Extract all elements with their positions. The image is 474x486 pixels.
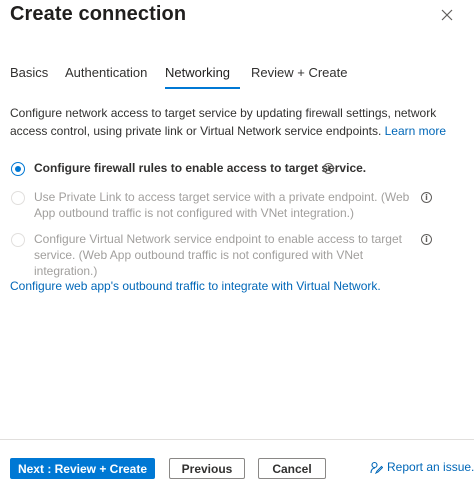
tab-bar: Basics Authentication Networking Review … [10, 60, 474, 90]
info-icon[interactable]: i [323, 163, 334, 174]
option-private-link: Use Private Link to access target servic… [11, 190, 451, 225]
radio-private-link [11, 191, 25, 205]
info-icon[interactable]: i [421, 192, 432, 203]
next-review-create-button[interactable]: Next : Review + Create [10, 458, 155, 479]
option-firewall-rules-label: Configure firewall rules to enable acces… [34, 161, 367, 175]
footer-divider [0, 439, 474, 440]
radio-vnet-service-endpoint [11, 233, 25, 247]
close-button[interactable] [436, 4, 458, 26]
option-vnet-service-endpoint: Configure Virtual Network service endpoi… [11, 232, 451, 278]
report-issue-link[interactable]: Report an issue. [370, 460, 474, 474]
page-title: Create connection [10, 3, 187, 25]
description-text: Configure network access to target servi… [10, 106, 437, 138]
outbound-traffic-link[interactable]: Configure web app's outbound traffic to … [10, 279, 381, 293]
tab-authentication[interactable]: Authentication [65, 65, 147, 80]
info-icon[interactable]: i [421, 234, 432, 245]
networking-description: Configure network access to target servi… [10, 104, 450, 140]
tab-review-create[interactable]: Review + Create [251, 65, 347, 80]
active-tab-indicator [165, 87, 240, 89]
tab-basics[interactable]: Basics [10, 65, 48, 80]
option-vnet-service-endpoint-label: Configure Virtual Network service endpoi… [34, 232, 402, 278]
feedback-icon [370, 461, 383, 474]
tab-networking[interactable]: Networking [165, 65, 230, 80]
option-firewall-rules[interactable]: Configure firewall rules to enable acces… [11, 161, 451, 180]
cancel-button[interactable]: Cancel [258, 458, 326, 479]
radio-firewall-rules[interactable] [11, 162, 25, 176]
previous-button[interactable]: Previous [169, 458, 245, 479]
close-icon [441, 9, 453, 21]
option-private-link-label: Use Private Link to access target servic… [34, 190, 410, 220]
learn-more-link[interactable]: Learn more [385, 124, 446, 138]
report-issue-label: Report an issue. [387, 460, 474, 474]
